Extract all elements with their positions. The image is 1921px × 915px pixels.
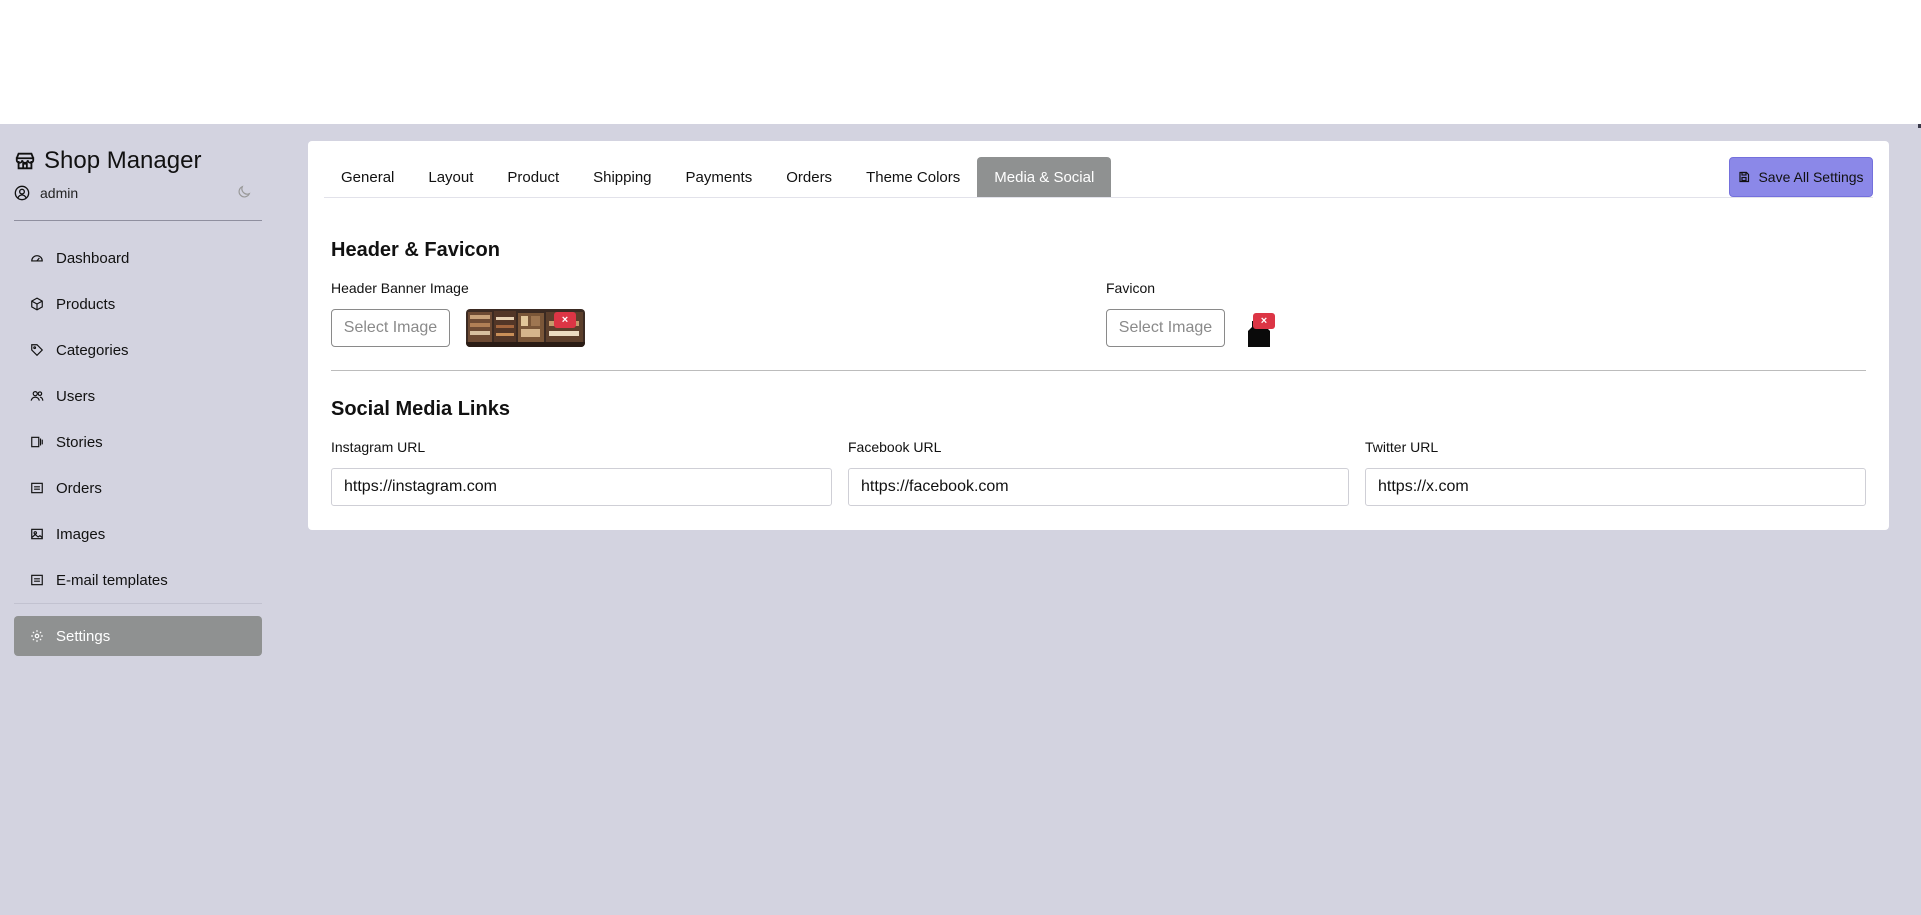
sidebar-item-label: Settings <box>56 627 111 645</box>
instagram-label: Instagram URL <box>331 439 426 455</box>
social-media-title: Social Media Links <box>331 398 510 420</box>
sidebar-item-label: Users <box>56 387 96 405</box>
users-icon <box>30 391 44 401</box>
facebook-url-input[interactable] <box>848 468 1349 506</box>
tab-product[interactable]: Product <box>490 157 576 197</box>
user-circle-icon <box>14 185 30 201</box>
section-divider <box>331 370 1866 371</box>
settings-tabs: General Layout Product Shipping Payments… <box>324 157 1112 197</box>
user-name: admin <box>40 185 79 201</box>
settings-card: General Layout Product Shipping Payments… <box>308 141 1889 530</box>
twitter-label: Twitter URL <box>1365 439 1439 455</box>
floppy-disk-icon <box>1739 171 1750 183</box>
box-icon <box>31 297 43 311</box>
sidebar-item-settings[interactable]: Settings <box>14 616 262 656</box>
sidebar-item-email-templates[interactable]: E-mail templates <box>14 557 262 603</box>
sidebar-item-images[interactable]: Images <box>14 511 262 557</box>
tab-orders[interactable]: Orders <box>769 157 849 197</box>
instagram-url-input[interactable] <box>331 468 832 506</box>
user-row: admin <box>14 182 262 204</box>
tag-icon <box>31 344 44 357</box>
sidebar-item-categories[interactable]: Categories <box>14 327 262 373</box>
email-icon <box>31 574 43 586</box>
nav-divider <box>14 603 262 604</box>
tab-layout[interactable]: Layout <box>411 157 490 197</box>
sidebar-item-label: Images <box>56 525 106 543</box>
store-icon <box>15 152 35 170</box>
sidebar-item-label: Dashboard <box>56 249 130 267</box>
sidebar-divider <box>14 220 262 221</box>
tab-theme-colors[interactable]: Theme Colors <box>849 157 977 197</box>
header-banner-label: Header Banner Image <box>331 280 469 296</box>
app-title: Shop Manager <box>44 147 202 174</box>
twitter-url-input[interactable] <box>1365 468 1866 506</box>
sidebar-item-label: Categories <box>56 341 129 359</box>
remove-favicon-button[interactable]: × <box>1253 313 1275 329</box>
remove-banner-button[interactable]: × <box>554 312 576 328</box>
sidebar-item-products[interactable]: Products <box>14 281 262 327</box>
gear-icon <box>31 630 43 642</box>
brand: Shop Manager <box>14 146 262 176</box>
image-icon <box>31 528 43 540</box>
tab-payments[interactable]: Payments <box>669 157 770 197</box>
tab-general[interactable]: General <box>324 157 411 197</box>
header-banner-select-button[interactable]: Select Image <box>331 309 450 347</box>
facebook-label: Facebook URL <box>848 439 942 455</box>
tab-shipping[interactable]: Shipping <box>576 157 668 197</box>
header-favicon-title: Header & Favicon <box>331 239 500 261</box>
dashboard-icon <box>31 255 43 262</box>
sidebar-item-label: E-mail templates <box>56 571 168 589</box>
sidebar-item-users[interactable]: Users <box>14 373 262 419</box>
sidebar-item-stories[interactable]: Stories <box>14 419 262 465</box>
tab-media-social[interactable]: Media & Social <box>977 157 1112 197</box>
save-button-label: Save All Settings <box>1758 169 1864 185</box>
moon-icon[interactable] <box>236 184 252 200</box>
sidebar-item-label: Orders <box>56 479 102 497</box>
app-shell: Shop Manager admin Dashboard Products Ca… <box>0 124 1921 915</box>
tabs-divider <box>324 197 1873 198</box>
orders-icon <box>31 482 43 494</box>
sidebar-item-dashboard[interactable]: Dashboard <box>14 235 262 281</box>
favicon-label: Favicon <box>1106 280 1156 296</box>
sidebar-nav: Dashboard Products Categories Users Stor… <box>14 235 262 656</box>
sidebar-item-label: Products <box>56 295 116 313</box>
stories-icon <box>31 436 43 448</box>
favicon-select-button[interactable]: Select Image <box>1106 309 1225 347</box>
sidebar-item-label: Stories <box>56 433 103 451</box>
save-all-settings-button[interactable]: Save All Settings <box>1729 157 1873 197</box>
sidebar: Shop Manager admin Dashboard Products Ca… <box>14 146 262 656</box>
sidebar-item-orders[interactable]: Orders <box>14 465 262 511</box>
